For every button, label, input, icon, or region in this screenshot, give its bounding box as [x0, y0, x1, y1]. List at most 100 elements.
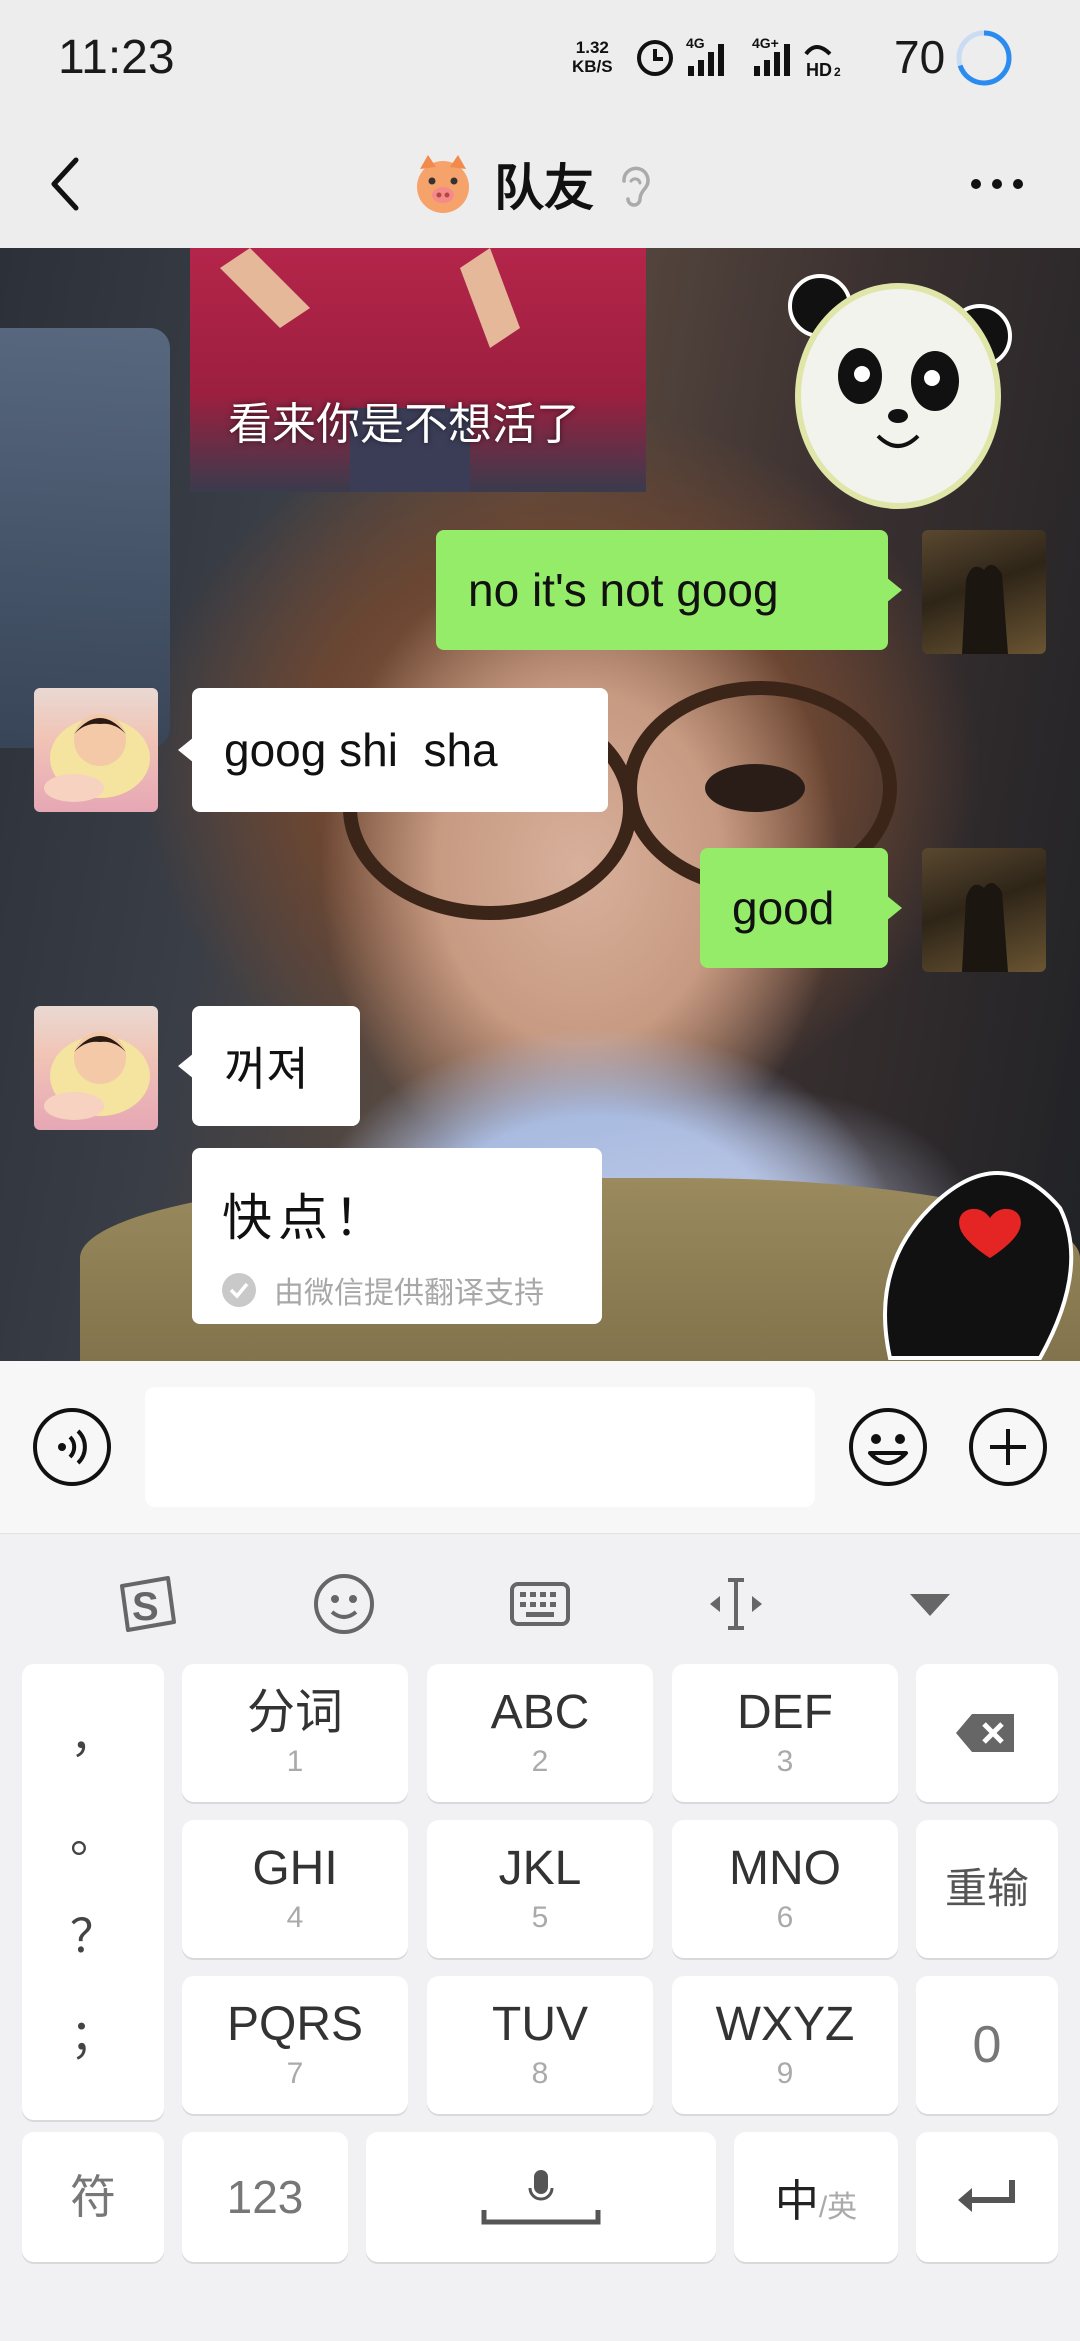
- sticker-caption: 看来你是不想活了: [228, 400, 580, 449]
- net-speed-value: 1.32: [575, 38, 609, 57]
- svg-text:HD: HD: [806, 60, 832, 80]
- key-6[interactable]: MNO 6: [672, 1820, 898, 1958]
- svg-text:2: 2: [834, 65, 841, 79]
- sticker-figure: [220, 248, 520, 492]
- key-label: JKL: [498, 1842, 582, 1895]
- avatar-friend[interactable]: [34, 688, 158, 812]
- avatar-friend[interactable]: [34, 1006, 158, 1130]
- signal-4g-plus-icon: 4G+: [752, 35, 790, 76]
- net-speed-unit: KB/S: [572, 57, 613, 76]
- key-0[interactable]: 0: [916, 1976, 1058, 2114]
- cursor-move-icon[interactable]: [696, 1564, 776, 1644]
- key-label: 123: [226, 2171, 304, 2223]
- key-label: WXYZ: [715, 1998, 855, 2051]
- pig-face-icon: [417, 155, 469, 213]
- svg-text:4G: 4G: [686, 35, 705, 51]
- avatar-friend-image: [44, 714, 150, 802]
- message-bubble-incoming[interactable]: goog shi sha: [178, 688, 608, 812]
- key-2[interactable]: ABC 2: [427, 1664, 653, 1802]
- key-label: 分词: [246, 1686, 343, 1739]
- keyboard-icon[interactable]: [500, 1564, 580, 1644]
- microphone-space-icon: [481, 2170, 601, 2225]
- chat-title-group[interactable]: 队友: [410, 140, 654, 228]
- background-car-window: [0, 328, 170, 748]
- avatar-self-image: [962, 882, 1008, 972]
- net-speed: 1.32 KB/S: [572, 38, 613, 76]
- chat-header: 队友: [0, 120, 1080, 248]
- avatar-self[interactable]: [922, 848, 1046, 972]
- avatar-self[interactable]: [922, 530, 1046, 654]
- plus-icon[interactable]: [968, 1407, 1048, 1487]
- reinput-key[interactable]: 重输: [916, 1820, 1058, 1958]
- key-label: GHI: [252, 1842, 338, 1895]
- key-number: 5: [531, 1901, 549, 1934]
- message-bubble-outgoing[interactable]: good: [700, 848, 902, 968]
- signal-4g-icon: 4G: [686, 35, 724, 76]
- key-7[interactable]: PQRS 7: [182, 1976, 408, 2114]
- key-8[interactable]: TUV 8: [427, 1976, 653, 2114]
- key-number: 7: [286, 2057, 304, 2090]
- emoji-icon[interactable]: [848, 1407, 928, 1487]
- status-bar: 11:23 1.32 KB/S 4G 4G+ HD 2 70: [0, 0, 1080, 120]
- key-label: DEF: [737, 1686, 833, 1739]
- battery-level: 70: [894, 31, 946, 83]
- avatar-self-image: [962, 564, 1008, 654]
- earpiece-mode-icon: [622, 166, 650, 207]
- message-text: 꺼져: [224, 1043, 309, 1095]
- svg-text:S: S: [132, 1585, 159, 1629]
- more-dots-icon[interactable]: [962, 146, 1032, 222]
- translation-note: 由微信提供翻译支持: [222, 1268, 544, 1312]
- chat-title: 队友: [494, 160, 594, 216]
- punct-comma[interactable]: ，: [22, 1700, 164, 1766]
- key-label: ABC: [490, 1686, 590, 1739]
- hd-call-icon: HD 2: [804, 45, 841, 80]
- ime-keyboard: S ， 。 ？ ； 分词 1 ABC 2 DEF 3 GHI 4 JKL 5 M…: [0, 1533, 1080, 2341]
- panda-sticker: [788, 274, 1012, 509]
- key-label: 重输: [944, 1865, 1029, 1912]
- key-9[interactable]: WXYZ 9: [672, 1976, 898, 2114]
- sogou-logo-icon[interactable]: S: [108, 1564, 188, 1644]
- key-label: TUV: [492, 1998, 588, 2051]
- status-time: 11:23: [58, 31, 175, 84]
- back-arrow-icon[interactable]: [38, 146, 108, 222]
- punctuation-column[interactable]: ， 。 ？ ；: [22, 1664, 164, 2120]
- key-label: PQRS: [226, 1998, 364, 2051]
- voice-input-icon[interactable]: [32, 1407, 112, 1487]
- numbers-key[interactable]: 123: [182, 2132, 348, 2262]
- message-bubble-incoming[interactable]: 꺼져: [178, 1006, 360, 1126]
- lang-sub-label: /英: [818, 2191, 858, 2224]
- alarm-icon: [637, 40, 673, 76]
- status-icons: 4G 4G+ HD 2: [637, 35, 841, 80]
- key-number: 6: [776, 1901, 794, 1934]
- symbols-key[interactable]: 符: [22, 2132, 164, 2262]
- sticker-image[interactable]: 看来你是不想活了: [190, 248, 646, 492]
- emoji-face-icon[interactable]: [304, 1564, 384, 1644]
- key-4[interactable]: GHI 4: [182, 1820, 408, 1958]
- key-3[interactable]: DEF 3: [672, 1664, 898, 1802]
- punct-semicolon[interactable]: ；: [22, 2000, 164, 2066]
- key-1[interactable]: 分词 1: [182, 1664, 408, 1802]
- battery-ring-icon: [956, 30, 1012, 86]
- backspace-key[interactable]: [916, 1664, 1058, 1802]
- enter-arrow-icon: [958, 2180, 1015, 2212]
- key-number: 1: [286, 1745, 304, 1778]
- message-text: goog shi sha: [224, 724, 498, 776]
- chat-message-area[interactable]: 看来你是不想活了 no it's not goog goog shi sha g…: [0, 248, 1080, 1361]
- collapse-triangle-icon[interactable]: [890, 1564, 970, 1644]
- key-number: 9: [776, 2057, 794, 2090]
- check-icon: [222, 1273, 256, 1307]
- key-label: MNO: [729, 1842, 841, 1895]
- punct-period[interactable]: 。: [22, 1800, 164, 1866]
- space-key[interactable]: [366, 2132, 716, 2262]
- message-input[interactable]: [145, 1387, 815, 1507]
- message-bubble-outgoing[interactable]: no it's not goog: [436, 530, 902, 650]
- punct-question[interactable]: ？: [22, 1900, 164, 1966]
- translation-bubble[interactable]: 快点！ 由微信提供翻译支持: [192, 1148, 602, 1324]
- key-5[interactable]: JKL 5: [427, 1820, 653, 1958]
- key-number: 3: [776, 1745, 794, 1778]
- heart-sticker: [883, 1171, 1074, 1360]
- key-number: 2: [531, 1745, 549, 1778]
- enter-key[interactable]: [916, 2132, 1058, 2262]
- lang-switch-key[interactable]: 中 /英: [734, 2132, 898, 2262]
- message-text: good: [732, 882, 835, 934]
